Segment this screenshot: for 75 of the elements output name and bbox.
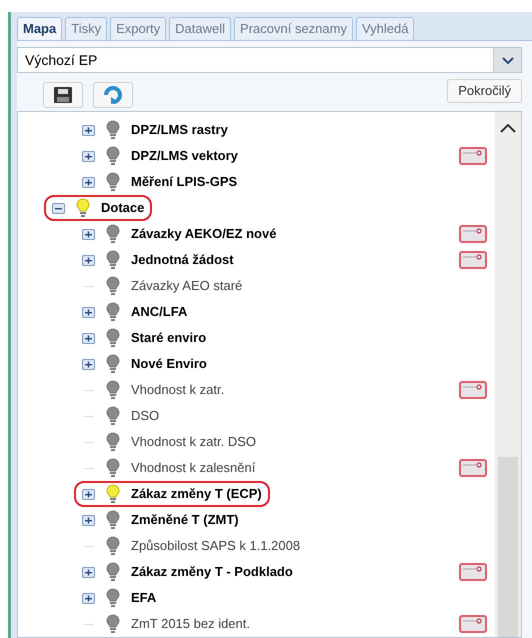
tab[interactable]: Vyhledá [356,17,414,40]
expand-icon[interactable] [82,514,95,526]
expand-icon[interactable] [82,332,95,344]
legend-icon[interactable] [459,225,487,243]
tab[interactable]: Tisky [65,17,108,40]
legend-icon[interactable] [459,563,487,581]
layer-label[interactable]: ANC/LFA [131,302,188,322]
light-bulb-icon[interactable] [106,536,120,556]
light-bulb-icon[interactable] [106,614,120,634]
expand-icon[interactable] [82,566,95,578]
expand-icon[interactable] [82,358,95,370]
light-bulb-icon[interactable] [76,198,90,218]
layer-label[interactable]: ZmT 2015 bez ident. [131,614,250,634]
light-bulb-icon[interactable] [106,224,120,244]
layer-label[interactable]: EFA [131,588,156,608]
light-bulb-icon[interactable] [106,562,120,582]
layer-label[interactable]: Vhodnost k zalesnění [131,458,256,478]
legend-icon[interactable] [459,251,487,269]
light-bulb-icon[interactable] [106,380,120,400]
layer-label[interactable]: Závazky AEKO/EZ nové [131,224,276,244]
layer-label[interactable]: DSO [131,406,160,426]
scrollbar[interactable] [495,112,521,637]
layer-label[interactable]: Dotace [101,198,144,218]
light-bulb-icon[interactable] [106,432,120,452]
tab[interactable]: Pracovní seznamy [234,17,353,40]
profile-select[interactable]: Výchozí EP [17,47,522,73]
advanced-button[interactable]: Pokročilý [447,79,522,103]
light-bulb-icon[interactable] [106,146,120,166]
layer-label[interactable]: Staré enviro [131,328,206,348]
light-bulb-icon[interactable] [106,510,120,530]
scroll-up-icon[interactable] [500,124,516,133]
expand-icon[interactable] [82,176,95,188]
light-bulb-icon[interactable] [106,276,120,296]
expand-icon[interactable] [82,488,95,500]
tab[interactable]: Datawell [169,17,232,40]
collapse-icon[interactable] [52,202,65,214]
light-bulb-icon[interactable] [106,484,120,504]
light-bulb-icon[interactable] [106,588,120,608]
expand-icon[interactable] [82,306,95,318]
layer-label[interactable]: Vhodnost k zatr. DSO [131,432,256,452]
layer-label[interactable]: Zákaz změny T - Podklado [131,562,293,582]
light-bulb-icon[interactable] [106,354,120,374]
light-bulb-icon[interactable] [106,172,120,192]
refresh-button[interactable] [93,82,133,108]
layer-label[interactable]: Jednotná žádost [131,250,234,270]
layer-label[interactable]: Vhodnost k zatr. [131,380,224,400]
light-bulb-icon[interactable] [106,250,120,270]
tab[interactable]: Exporty [110,17,166,40]
light-bulb-icon[interactable] [106,458,120,478]
refresh-icon [102,86,124,104]
save-button[interactable] [43,82,83,108]
expand-icon[interactable] [82,124,95,136]
legend-icon[interactable] [459,615,487,633]
select-value: Výchozí EP [24,50,98,70]
legend-icon[interactable] [459,459,487,477]
expand-icon[interactable] [82,592,95,604]
layer-label[interactable]: DPZ/LMS vektory [131,146,238,166]
layer-label[interactable]: Nové Enviro [131,354,207,374]
light-bulb-icon[interactable] [106,302,120,322]
tab[interactable]: Mapa [17,17,62,40]
chevron-down-icon [502,56,514,64]
expand-icon[interactable] [82,228,95,240]
light-bulb-icon[interactable] [106,406,120,426]
layer-label[interactable]: Zákaz změny T (ECP) [131,484,262,504]
light-bulb-icon[interactable] [106,120,120,140]
layer-label[interactable]: Měření LPIS-GPS [131,172,238,192]
layer-label[interactable]: Závazky AEO staré [131,276,242,296]
layer-label[interactable]: Způsobilost SAPS k 1.1.2008 [131,536,300,556]
light-bulb-icon[interactable] [106,328,120,348]
expand-icon[interactable] [82,150,95,162]
expand-icon[interactable] [82,254,95,266]
layer-label[interactable]: DPZ/LMS rastry [131,120,228,140]
layer-label[interactable]: Změněné T (ZMT) [131,510,239,530]
legend-icon[interactable] [459,147,487,165]
legend-icon[interactable] [459,381,487,399]
